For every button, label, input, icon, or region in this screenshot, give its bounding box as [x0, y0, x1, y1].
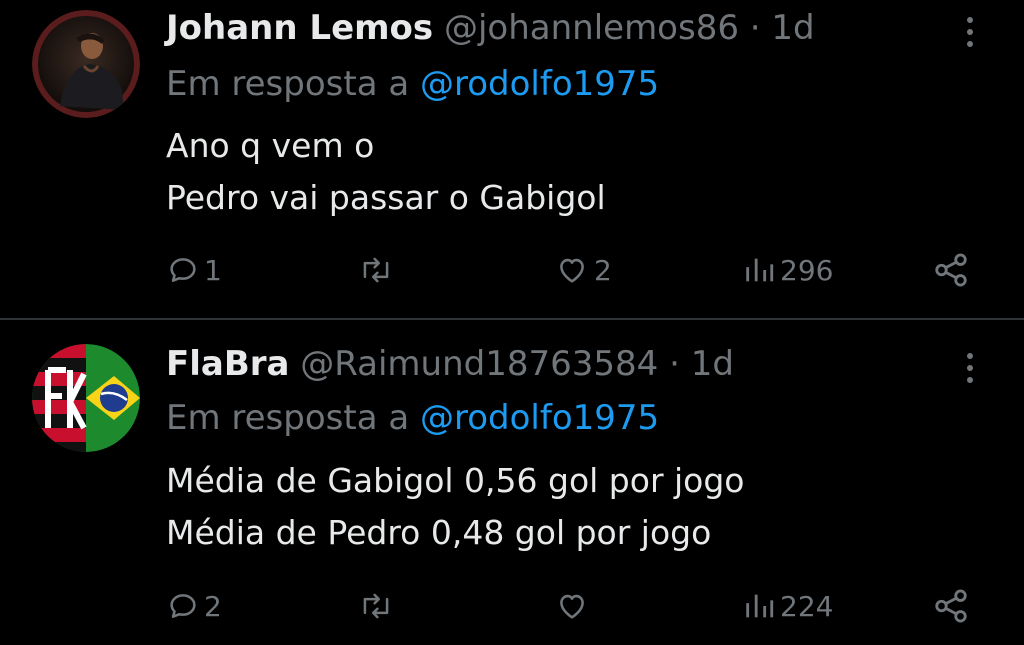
reply-prefix: Em resposta a: [166, 398, 410, 438]
reply-mention-link[interactable]: @rodolfo1975: [420, 398, 659, 438]
avatar[interactable]: [32, 10, 140, 118]
view-count: 296: [780, 253, 834, 287]
more-options-button[interactable]: [958, 348, 982, 388]
heart-icon: [560, 594, 584, 619]
tweet[interactable]: Johann Lemos @johannlemos86 · 1d Em resp…: [0, 0, 1024, 318]
author-name[interactable]: Johann Lemos: [166, 8, 433, 48]
tweet-header: FlaBra @Raimund18763584 · 1d: [166, 344, 734, 384]
reply-icon: [170, 594, 196, 618]
like-button[interactable]: [554, 584, 594, 628]
timestamp[interactable]: 1d: [691, 344, 734, 384]
reply-count: 2: [204, 589, 222, 623]
retweet-icon: [363, 257, 389, 283]
tweet-header: Johann Lemos @johannlemos86 · 1d: [166, 8, 815, 48]
tweet-text-line: Pedro vai passar o Gabigol: [166, 178, 606, 217]
reply-context: Em resposta a @rodolfo1975: [166, 64, 659, 104]
action-bar: 2 224: [0, 584, 1024, 628]
tweet-text: Média de Gabigol 0,56 gol por jogo Média…: [166, 455, 745, 559]
tweet-text: Ano q vem o Pedro vai passar o Gabigol: [166, 120, 606, 224]
share-icon: [935, 589, 967, 623]
like-button[interactable]: 2: [554, 248, 612, 292]
profile-photo-icon: [32, 10, 140, 118]
author-handle[interactable]: @Raimund18763584: [300, 344, 658, 384]
reply-icon: [170, 258, 196, 282]
more-options-button[interactable]: [958, 12, 982, 52]
view-count: 224: [780, 589, 834, 623]
separator-dot: ·: [749, 8, 761, 48]
flamengo-brazil-flag-icon: [32, 344, 140, 452]
share-button[interactable]: [932, 584, 970, 628]
like-count: 2: [594, 253, 612, 287]
share-button[interactable]: [932, 248, 970, 292]
action-bar: 1 2 296: [0, 248, 1024, 292]
tweet-text-line: Média de Gabigol 0,56 gol por jogo: [166, 461, 745, 500]
retweet-button[interactable]: [358, 248, 398, 292]
analytics-icon: [746, 258, 774, 282]
tweet[interactable]: FlaBra @Raimund18763584 · 1d Em resposta…: [0, 320, 1024, 645]
reply-button[interactable]: 1: [166, 248, 222, 292]
retweet-icon: [363, 593, 389, 619]
heart-icon: [560, 258, 584, 283]
reply-count: 1: [204, 253, 222, 287]
avatar[interactable]: [32, 344, 140, 452]
separator-dot: ·: [669, 344, 680, 384]
author-handle[interactable]: @johannlemos86: [444, 8, 739, 48]
reply-mention-link[interactable]: @rodolfo1975: [420, 64, 659, 104]
retweet-button[interactable]: [358, 584, 398, 628]
reply-button[interactable]: 2: [166, 584, 222, 628]
author-name[interactable]: FlaBra: [166, 344, 289, 384]
more-vertical-icon: [967, 353, 973, 383]
more-vertical-icon: [967, 17, 973, 47]
reply-prefix: Em resposta a: [166, 64, 410, 104]
reply-context: Em resposta a @rodolfo1975: [166, 398, 659, 438]
views-button[interactable]: 224: [742, 584, 833, 628]
tweet-text-line: Média de Pedro 0,48 gol por jogo: [166, 513, 712, 552]
timestamp[interactable]: 1d: [771, 8, 814, 48]
share-icon: [935, 253, 967, 287]
analytics-icon: [746, 594, 774, 618]
views-button[interactable]: 296: [742, 248, 833, 292]
tweet-text-line: Ano q vem o: [166, 126, 375, 165]
